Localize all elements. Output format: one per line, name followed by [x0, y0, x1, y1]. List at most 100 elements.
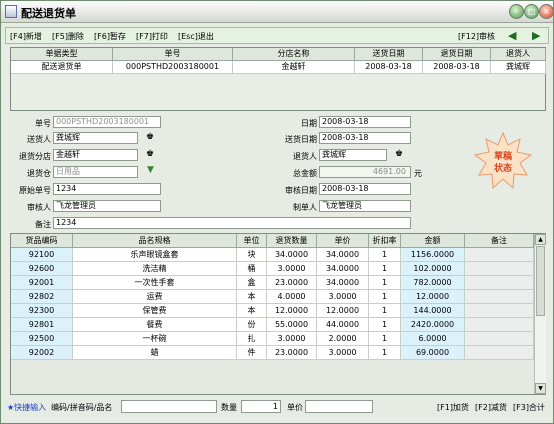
table-cell[interactable]: 1156.0000	[401, 248, 465, 262]
table-cell[interactable]: 34.0000	[317, 248, 369, 262]
table-cell[interactable]: 运费	[73, 290, 237, 304]
table-cell[interactable]: 1	[369, 318, 401, 332]
table-cell[interactable]: 44.0000	[317, 318, 369, 332]
table-cell[interactable]: 3.0000	[317, 346, 369, 360]
col-header[interactable]: 送货日期	[355, 48, 423, 61]
table-cell[interactable]: 一次性手套	[73, 276, 237, 290]
add-goods-button[interactable]: [F1]加货	[437, 402, 469, 413]
returner-field[interactable]: 龚城辉	[319, 149, 387, 161]
table-cell[interactable]: 1	[369, 262, 401, 276]
hold-button[interactable]: [F6]暂存	[94, 31, 126, 42]
returner-lookup-icon[interactable]: ♚	[395, 149, 403, 159]
table-cell[interactable]: 92001	[11, 276, 73, 290]
table-cell[interactable]: 1	[369, 332, 401, 346]
table-cell[interactable]: 6.0000	[401, 332, 465, 346]
table-cell[interactable]: 保管费	[73, 304, 237, 318]
col-header[interactable]: 退货日期	[423, 48, 491, 61]
table-cell[interactable]: 69.0000	[401, 346, 465, 360]
col-header[interactable]: 退货数量	[267, 234, 317, 248]
table-cell[interactable]: 23.0000	[267, 346, 317, 360]
col-header[interactable]: 货品编码	[11, 234, 73, 248]
table-cell[interactable]: 扎	[237, 332, 267, 346]
maximize-icon[interactable]: □	[524, 4, 539, 19]
table-cell[interactable]: 2.0000	[317, 332, 369, 346]
table-cell[interactable]: 餐费	[73, 318, 237, 332]
table-cell[interactable]	[465, 332, 534, 346]
table-cell[interactable]: 92600	[11, 262, 73, 276]
table-cell[interactable]: 本	[237, 290, 267, 304]
maker-field[interactable]: 飞龙管理员	[319, 200, 411, 212]
reduce-goods-button[interactable]: [F2]减货	[475, 402, 507, 413]
table-cell[interactable]: 洗洁精	[73, 262, 237, 276]
table-cell[interactable]: 桶	[237, 262, 267, 276]
auditor-field[interactable]: 飞龙管理员	[53, 200, 161, 212]
arrow-down-icon[interactable]: ▼	[147, 165, 154, 175]
table-cell[interactable]: 34.0000	[267, 248, 317, 262]
table-cell[interactable]: 55.0000	[267, 318, 317, 332]
table-cell[interactable]: 乐声眼镜盒套	[73, 248, 237, 262]
table-cell[interactable]: 1	[369, 248, 401, 262]
date-field[interactable]: 2008-03-18	[319, 116, 411, 128]
scroll-thumb[interactable]	[536, 246, 545, 316]
table-cell[interactable]: 3.0000	[267, 262, 317, 276]
audit-date-field[interactable]: 2008-03-18	[319, 183, 411, 195]
table-cell[interactable]: 一杯碗	[73, 332, 237, 346]
table-cell[interactable]	[465, 318, 534, 332]
sum-button[interactable]: [F3]合计	[513, 402, 545, 413]
vertical-scrollbar[interactable]: ▲ ▼	[534, 234, 546, 394]
table-cell[interactable]	[465, 248, 534, 262]
minimize-icon[interactable]: –	[509, 4, 524, 19]
col-header[interactable]: 备注	[465, 234, 534, 248]
table-cell[interactable]: 92002	[11, 346, 73, 360]
table-cell[interactable]: 2420.0000	[401, 318, 465, 332]
new-button[interactable]: [F4]新增	[10, 31, 42, 42]
table-cell[interactable]: 2008-03-18	[423, 61, 491, 74]
table-cell[interactable]: 4.0000	[267, 290, 317, 304]
table-cell[interactable]: 34.0000	[317, 262, 369, 276]
table-cell[interactable]: 份	[237, 318, 267, 332]
table-cell[interactable]: 12.0000	[267, 304, 317, 318]
print-button[interactable]: [F7]打印	[136, 31, 168, 42]
table-cell[interactable]: 12.0000	[401, 290, 465, 304]
delete-button[interactable]: [F5]删除	[52, 31, 84, 42]
table-cell[interactable]: 92100	[11, 248, 73, 262]
arrow-left-icon[interactable]: ◀	[508, 29, 516, 42]
table-cell[interactable]: 144.0000	[401, 304, 465, 318]
col-header[interactable]: 金额	[401, 234, 465, 248]
remark-field[interactable]: 1234	[53, 217, 411, 229]
table-cell[interactable]: 3.0000	[267, 332, 317, 346]
table-cell[interactable]: 金越轩	[233, 61, 355, 74]
orig-no-field[interactable]: 1234	[53, 183, 161, 195]
table-cell[interactable]: 3.0000	[317, 290, 369, 304]
branch-field[interactable]: 金越轩	[53, 149, 138, 161]
table-cell[interactable]: 块	[237, 248, 267, 262]
table-cell[interactable]	[465, 304, 534, 318]
col-header[interactable]: 分店名称	[233, 48, 355, 61]
audit-button[interactable]: [F12]审核	[458, 31, 495, 42]
code-input[interactable]	[121, 400, 217, 413]
table-cell[interactable]	[465, 346, 534, 360]
table-cell[interactable]: 1	[369, 290, 401, 304]
warehouse-field[interactable]: 日用品	[53, 166, 138, 178]
table-cell[interactable]: 34.0000	[317, 276, 369, 290]
col-header[interactable]: 单据类型	[11, 48, 113, 61]
table-cell[interactable]: 龚城辉	[491, 61, 546, 74]
table-cell[interactable]: 102.0000	[401, 262, 465, 276]
table-cell[interactable]: 本	[237, 304, 267, 318]
exit-button[interactable]: [Esc]退出	[178, 31, 214, 42]
col-header[interactable]: 单号	[113, 48, 233, 61]
table-cell[interactable]: 1	[369, 346, 401, 360]
scroll-down-icon[interactable]: ▼	[535, 383, 546, 394]
table-cell[interactable]: 23.0000	[267, 276, 317, 290]
table-cell[interactable]	[465, 276, 534, 290]
branch-lookup-icon[interactable]: ♚	[146, 149, 154, 159]
close-icon[interactable]: ×	[539, 4, 554, 19]
table-cell[interactable]: 92300	[11, 304, 73, 318]
col-header[interactable]: 单价	[317, 234, 369, 248]
table-cell[interactable]: 92500	[11, 332, 73, 346]
doc-no-field[interactable]: 000PSTHD2003180001	[53, 116, 161, 128]
table-cell[interactable]: 件	[237, 346, 267, 360]
scroll-up-icon[interactable]: ▲	[535, 234, 546, 245]
table-cell[interactable]	[465, 262, 534, 276]
table-cell[interactable]: 92802	[11, 290, 73, 304]
